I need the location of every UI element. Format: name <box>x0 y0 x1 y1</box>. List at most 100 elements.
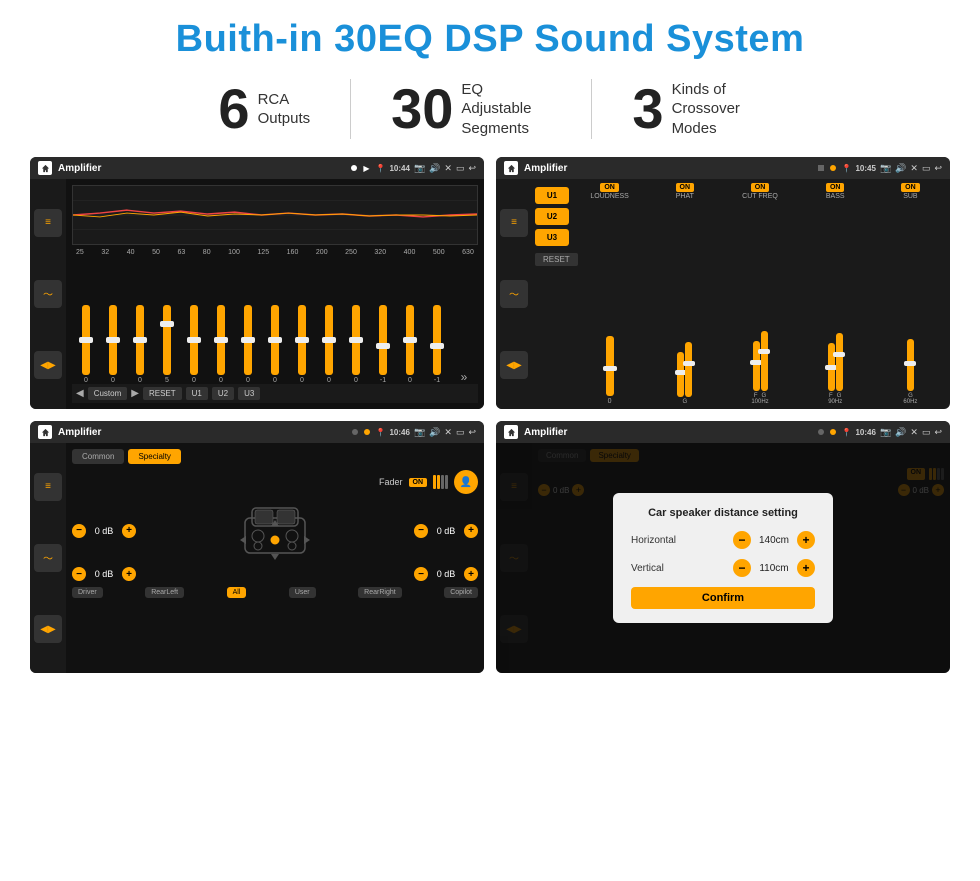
screen-crossover: Amplifier 📍 10:45 📷 🔊 ✕ ▭ ↩ ≡ <box>496 157 950 409</box>
eq-slider-more: » <box>452 370 476 384</box>
eq-slider-6[interactable]: 0 <box>209 305 233 384</box>
fader-rr-plus[interactable]: + <box>464 567 478 581</box>
eq-next-button[interactable]: ▶ <box>131 388 139 399</box>
eq-slider-12[interactable]: -1 <box>371 305 395 384</box>
fader-side-btn-1[interactable]: ≡ <box>34 473 62 501</box>
vertical-plus-btn[interactable]: + <box>797 559 815 577</box>
sliders-icon: ≡ <box>45 217 51 228</box>
stat-number-6: 6 <box>218 81 249 137</box>
eq-side-panel: ≡ 〜 ◀▶ <box>30 179 66 409</box>
eq-slider-4[interactable]: 5 <box>155 305 179 384</box>
fader-status-bar: Amplifier 📍 10:46 📷 🔊 ✕ ▭ ↩ <box>30 421 484 443</box>
fader-home-icon[interactable] <box>38 425 52 439</box>
fader-driver-btn[interactable]: Driver <box>72 587 103 598</box>
xo-home-icon[interactable] <box>504 161 518 175</box>
xo-location-icon: 📍 <box>842 164 852 173</box>
xo-side-btn-1[interactable]: ≡ <box>500 209 528 237</box>
eq-slider-5[interactable]: 0 <box>182 305 206 384</box>
close-icon: ✕ <box>444 163 452 174</box>
xo-cutfreq-on[interactable]: ON <box>751 183 770 192</box>
xo-u2-btn[interactable]: U2 <box>535 208 569 225</box>
eq-side-btn-2[interactable]: 〜 <box>34 280 62 308</box>
fader-rr-minus[interactable]: − <box>414 567 428 581</box>
fader-all-btn[interactable]: All <box>227 587 247 598</box>
fader-bottom-btns: Driver RearLeft All User RearRight Copil… <box>72 587 478 598</box>
eq-side-btn-1[interactable]: ≡ <box>34 209 62 237</box>
eq-slider-9[interactable]: 0 <box>290 305 314 384</box>
eq-u3-button[interactable]: U3 <box>238 387 260 400</box>
eq-main-area: 253240 506380 100125160 200250320 400500… <box>66 179 484 409</box>
fader-rearright-btn[interactable]: RearRight <box>358 587 402 598</box>
confirm-button[interactable]: Confirm <box>631 587 815 609</box>
fader-rl-minus[interactable]: − <box>72 567 86 581</box>
home-icon[interactable] <box>38 161 52 175</box>
dist-home-icon[interactable] <box>504 425 518 439</box>
horizontal-minus-btn[interactable]: − <box>733 531 751 549</box>
xo-loudness-sliders <box>606 203 614 396</box>
fader-side-btn-3[interactable]: ◀▶ <box>34 615 62 643</box>
fader-fl-plus[interactable]: + <box>122 524 136 538</box>
car-diagram <box>230 498 320 563</box>
fader-on-badge[interactable]: ON <box>409 478 428 487</box>
stat-eq: 30 EQ AdjustableSegments <box>351 80 591 139</box>
fader-rearleft-btn[interactable]: RearLeft <box>145 587 184 598</box>
fader-control-rr: − 0 dB + <box>414 567 478 581</box>
xo-side-btn-2[interactable]: 〜 <box>500 280 528 308</box>
fader-fl-minus[interactable]: − <box>72 524 86 538</box>
screen-eq: Amplifier ▶ 📍 10:44 📷 🔊 ✕ ▭ ↩ ≡ <box>30 157 484 409</box>
eq-slider-13[interactable]: 0 <box>398 305 422 384</box>
fader-side-btn-2[interactable]: 〜 <box>34 544 62 572</box>
xo-u3-btn[interactable]: U3 <box>535 229 569 246</box>
fader-main-area: Common Specialty Fader ON 👤 <box>66 443 484 673</box>
fader-fr-plus[interactable]: + <box>464 524 478 538</box>
eq-reset-button[interactable]: RESET <box>143 387 182 400</box>
xo-status-bar: Amplifier 📍 10:45 📷 🔊 ✕ ▭ ↩ <box>496 157 950 179</box>
stat-label-rca: RCAOutputs <box>258 90 311 129</box>
xo-u1-btn[interactable]: U1 <box>535 187 569 204</box>
eq-slider-2[interactable]: 0 <box>101 305 125 384</box>
fader-avatar-icon: 👤 <box>454 470 478 494</box>
eq-side-btn-3[interactable]: ◀▶ <box>34 351 62 379</box>
horizontal-value: 140cm <box>755 535 793 546</box>
eq-prev-button[interactable]: ◀ <box>76 388 84 399</box>
horizontal-plus-btn[interactable]: + <box>797 531 815 549</box>
fader-tab-specialty[interactable]: Specialty <box>128 449 180 464</box>
vertical-value: 110cm <box>755 563 793 574</box>
fader-rl-plus[interactable]: + <box>122 567 136 581</box>
xo-camera-icon: 📷 <box>880 163 891 174</box>
dist-time: 10:46 <box>855 428 875 437</box>
xo-time: 10:45 <box>855 164 875 173</box>
eq-slider-8[interactable]: 0 <box>263 305 287 384</box>
eq-slider-10[interactable]: 0 <box>317 305 341 384</box>
fader-fr-minus[interactable]: − <box>414 524 428 538</box>
xo-phat-on[interactable]: ON <box>676 183 695 192</box>
crossover-screen-body: ≡ 〜 ◀▶ U1 U2 U3 RESET <box>496 179 950 409</box>
eq-u1-button[interactable]: U1 <box>186 387 208 400</box>
eq-status-icons: 📍 10:44 📷 🔊 ✕ ▭ ↩ <box>376 163 476 174</box>
fader-location-icon: 📍 <box>376 428 386 437</box>
fader-hslider[interactable] <box>433 475 448 489</box>
eq-custom-button[interactable]: Custom <box>88 387 128 400</box>
fader-status-icons: 📍 10:46 📷 🔊 ✕ ▭ ↩ <box>376 427 476 438</box>
eq-u2-button[interactable]: U2 <box>212 387 234 400</box>
vertical-minus-btn[interactable]: − <box>733 559 751 577</box>
xo-bass-on[interactable]: ON <box>826 183 845 192</box>
xo-sub-on[interactable]: ON <box>901 183 920 192</box>
fader-user-btn[interactable]: User <box>289 587 316 598</box>
eq-slider-11[interactable]: 0 <box>344 305 368 384</box>
eq-slider-7[interactable]: 0 <box>236 305 260 384</box>
eq-slider-3[interactable]: 0 <box>128 305 152 384</box>
speaker-icon: ◀▶ <box>40 360 55 371</box>
volume-icon: 🔊 <box>429 163 440 174</box>
xo-cutfreq: ON CUT FREQ <box>724 183 795 405</box>
fader-copilot-btn[interactable]: Copilot <box>444 587 478 598</box>
xo-loudness-on[interactable]: ON <box>600 183 619 192</box>
eq-slider-1[interactable]: 0 <box>74 305 98 384</box>
fader-label: Fader <box>379 477 403 487</box>
xo-side-btn-3[interactable]: ◀▶ <box>500 351 528 379</box>
xo-volume-icon: 🔊 <box>895 163 906 174</box>
fader-time: 10:46 <box>389 428 409 437</box>
eq-slider-14[interactable]: -1 <box>425 305 449 384</box>
fader-control-fl: − 0 dB + <box>72 524 136 538</box>
fader-tab-common[interactable]: Common <box>72 449 124 464</box>
